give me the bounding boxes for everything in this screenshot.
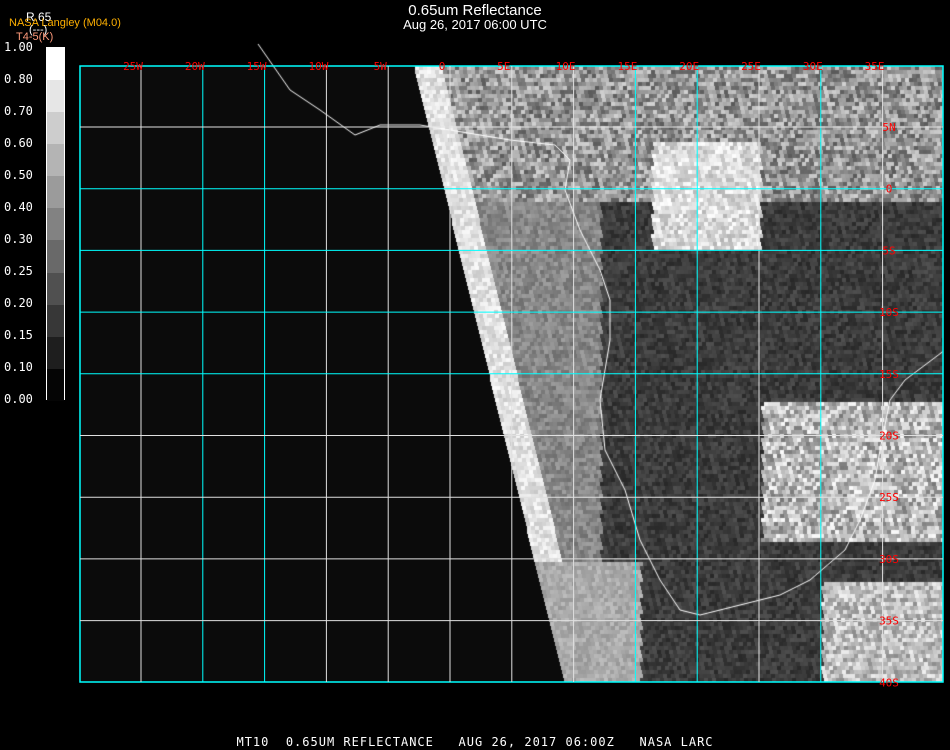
colorbar-step: [47, 272, 64, 305]
producer-label: NASA Langley (M04.0): [9, 17, 121, 29]
longitude-label: 5E: [497, 60, 510, 73]
latitude-label: 20S: [879, 430, 899, 443]
colorbar-label: 0.15: [4, 328, 33, 342]
latitude-label: 5N: [882, 121, 895, 134]
colorbar-step: [47, 176, 64, 209]
longitude-label: 35E: [865, 60, 885, 73]
image-timestamp: Aug 26, 2017 06:00 UTC: [403, 17, 547, 32]
latitude-label: 10S: [879, 306, 899, 319]
latitude-label: 30S: [879, 553, 899, 566]
colorbar-step: [47, 208, 64, 241]
longitude-label: 25E: [741, 60, 761, 73]
colorbar-label: 0.30: [4, 232, 33, 246]
latitude-label: 40S: [879, 676, 899, 689]
footer-caption: MT10 0.65UM REFLECTANCE AUG 26, 2017 06:…: [236, 735, 714, 749]
colorbar-label: 0.10: [4, 360, 33, 374]
colorbar-label: 0.20: [4, 296, 33, 310]
colorbar-label: 1.00: [4, 40, 33, 54]
colorbar-step: [47, 368, 64, 401]
longitude-label: 20E: [679, 60, 699, 73]
longitude-label: 10W: [308, 60, 328, 73]
colorbar-step: [47, 144, 64, 177]
longitude-label: 15W: [247, 60, 267, 73]
colorbar-step: [47, 336, 64, 369]
colorbar-step: [47, 80, 64, 113]
latitude-label: 15S: [879, 368, 899, 381]
longitude-label: 0: [439, 60, 446, 73]
colorbar-label: 0.80: [4, 72, 33, 86]
latitude-label: 35S: [879, 615, 899, 628]
map-overlay: 25W 20W 15W 10W 5W 0 5E 10E 15E 20E 25E 30E 35E 5N 0 5S…: [79, 60, 944, 689]
latitude-label: 5S: [882, 244, 895, 257]
colorbar-step: [47, 48, 64, 81]
colorbar-label: 0.60: [4, 136, 33, 150]
colorbar-step: [47, 304, 64, 337]
longitude-label: 5W: [374, 60, 388, 73]
longitude-label: 30E: [803, 60, 823, 73]
colorbar-label: 0.40: [4, 200, 33, 214]
colorbar-label: 0.50: [4, 168, 33, 182]
longitude-label: 25W: [123, 60, 143, 73]
colorbar-label: 0.70: [4, 104, 33, 118]
longitude-label: 20W: [185, 60, 205, 73]
colorbar-label: 0.25: [4, 264, 33, 278]
colorbar-label: 0.00: [4, 392, 33, 406]
colorbar-step: [47, 240, 64, 273]
colorbar-step: [47, 112, 64, 145]
longitude-label: 10E: [556, 60, 576, 73]
latitude-label: 25S: [879, 491, 899, 504]
longitude-label: 15E: [617, 60, 637, 73]
colorbar: [46, 47, 65, 401]
latitude-label: 0: [886, 183, 893, 196]
